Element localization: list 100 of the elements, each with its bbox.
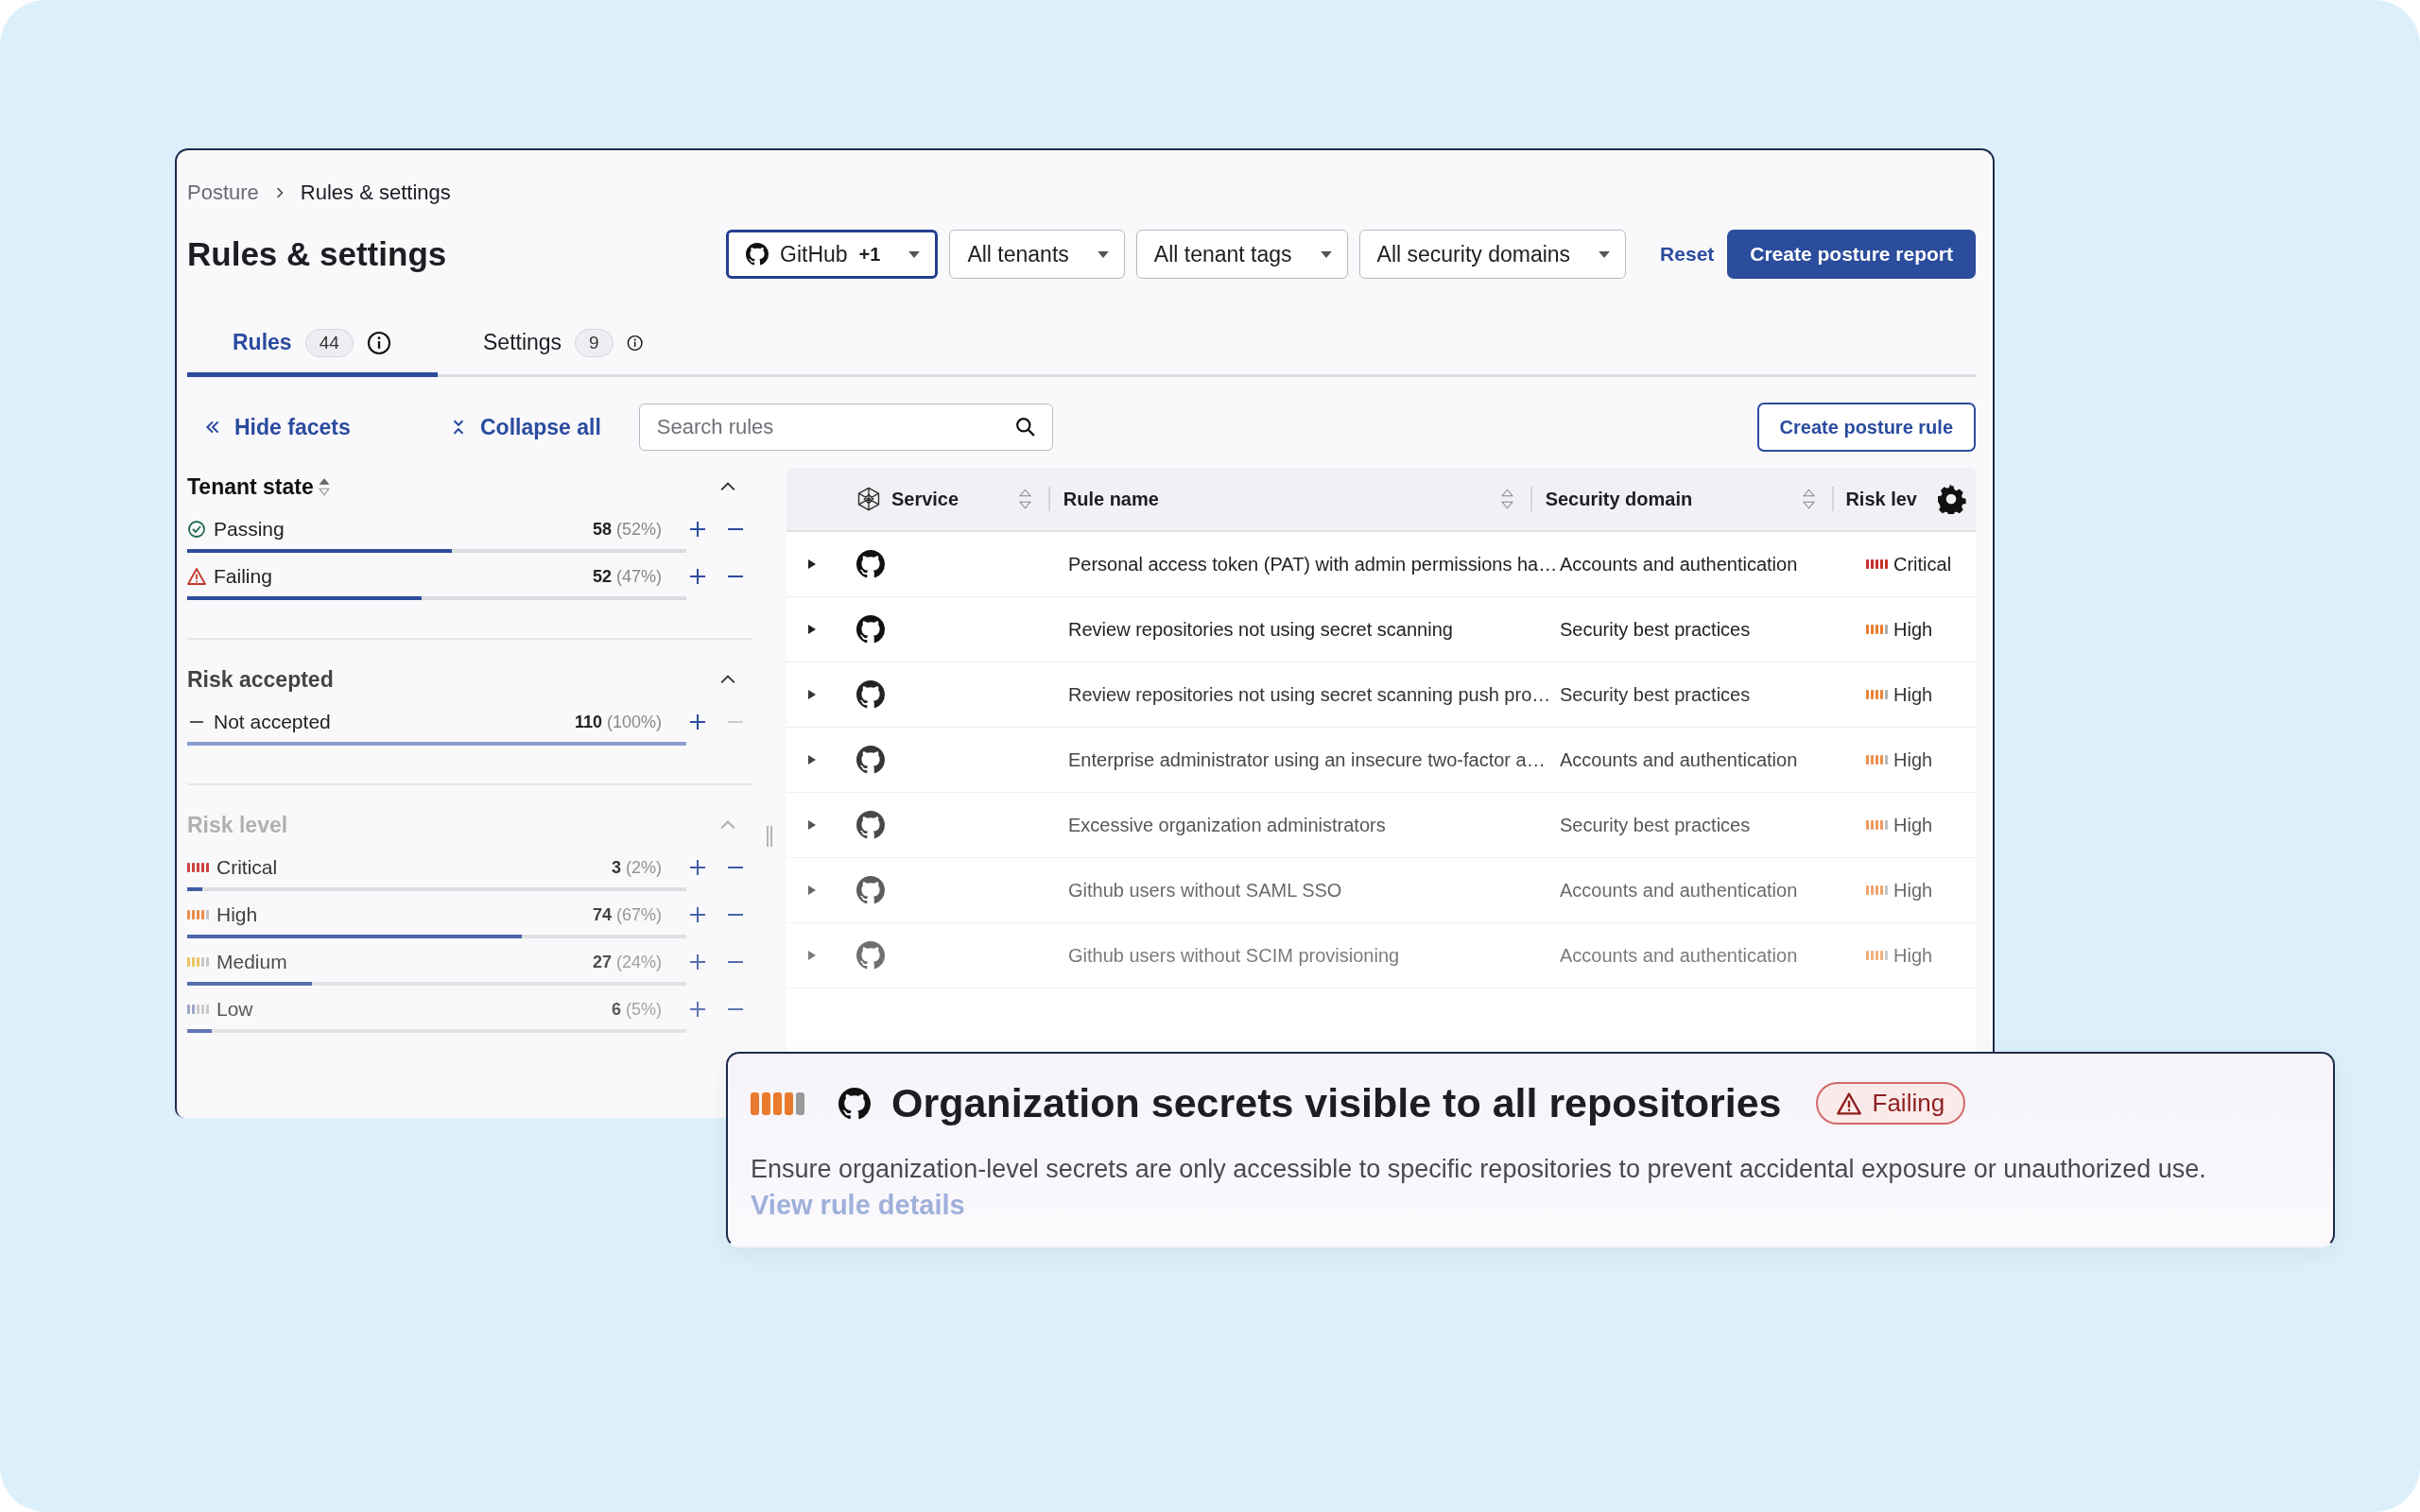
sort-icon[interactable] [1018,488,1031,510]
severity-icon [1866,625,1888,634]
risk-level: High [1893,879,1933,902]
service-logo-icon [746,243,769,266]
minus-icon[interactable] [728,528,744,530]
warning-icon [1836,1091,1861,1116]
expand-arrow-icon[interactable] [808,690,816,699]
rule-name[interactable]: Github users without SAML SSO [1068,879,1342,902]
severity-icon [1866,820,1888,830]
facet-label[interactable]: Failing [214,565,272,588]
rule-name[interactable]: Github users without SCIM provisioning [1068,944,1400,967]
rule-name[interactable]: Enterprise administrator using an insecure two-factor a… [1068,748,1546,771]
severity-icon [751,1091,804,1115]
tab[interactable]: Rules 44 [187,313,438,377]
security-domain: Security best practices [1560,814,1751,836]
service-logo-icon [856,941,885,970]
create-report-button[interactable]: Create posture report [1727,230,1976,279]
facet-count: 3 (2%) [612,857,663,878]
plus-icon[interactable] [690,522,706,537]
dash-icon [190,721,203,723]
plus-icon[interactable] [690,1002,706,1017]
column-header[interactable]: Security domain [1545,488,1693,510]
facet-label[interactable]: Not accepted [214,711,331,733]
breadcrumb-item: Rules & settings [300,180,451,205]
security-domain: Accounts and authentication [1560,553,1798,576]
minus-icon[interactable] [728,867,744,868]
caret-icon [908,250,921,258]
tab[interactable]: Settings 9 [438,313,688,377]
plus-icon[interactable] [690,907,706,922]
column-header[interactable]: Risk lev [1845,488,1917,510]
severity-icon [1866,951,1888,960]
severity-icon [187,863,209,872]
facet-label[interactable]: Medium [216,951,287,973]
minus-icon[interactable] [728,914,744,916]
minus-icon[interactable] [728,576,744,577]
facet-title: Tenant state [187,473,314,500]
security-domain: Accounts and authentication [1560,879,1798,902]
reset-link[interactable]: Reset [1660,243,1715,266]
facet-count: 52 (47%) [593,566,663,587]
sort-icon [317,476,331,497]
hide-facets-button[interactable]: Hide facets [187,414,433,440]
filter-dropdown[interactable]: All tenant tags [1135,230,1348,279]
facet-title: Risk accepted [187,666,334,693]
chevron-up-icon[interactable] [720,675,736,684]
service-logo-icon [856,876,885,904]
facet-label[interactable]: High [216,903,258,926]
caret-icon [1320,250,1332,258]
resize-handle-icon[interactable] [766,826,774,847]
minus-icon[interactable] [728,1008,744,1010]
sort-icon[interactable] [1803,488,1816,510]
facet-label[interactable]: Critical [216,856,278,879]
facet-count: 110 (100%) [575,712,663,732]
severity-icon [1866,885,1888,895]
severity-icon [1866,755,1888,765]
expand-arrow-icon[interactable] [808,625,816,634]
filter-dropdown[interactable]: GitHub +1 [726,230,939,279]
service-logo-icon [856,550,885,578]
filter-dropdown[interactable]: All security domains [1358,230,1627,279]
risk-level: High [1893,683,1933,706]
warning-icon [187,567,206,586]
facet-count: 74 (67%) [593,904,663,925]
search-icon [1014,417,1036,438]
search-field[interactable]: Search rules [638,404,1053,451]
page-title: Rules & settings [187,235,448,273]
security-domain: Security best practices [1560,683,1751,706]
rule-name[interactable]: Personal access token (PAT) with admin permissions ha… [1068,553,1558,576]
service-logo-icon [856,615,885,644]
severity-icon [1866,690,1888,699]
risk-level: High [1893,814,1933,836]
collapse-all-button[interactable]: Collapse all [433,414,618,440]
severity-icon [187,957,209,967]
sort-icon[interactable] [1500,488,1513,510]
facet-count: 27 (24%) [593,952,663,972]
rule-name[interactable]: Review repositories not using secret scanning push pro… [1068,683,1551,706]
plus-icon[interactable] [690,860,706,875]
settings-icon[interactable] [1936,484,1966,514]
expand-arrow-icon[interactable] [808,755,816,765]
filter-dropdown[interactable]: All tenants [949,230,1125,279]
plus-icon[interactable] [690,569,706,584]
facet-label[interactable]: Low [216,998,253,1021]
caret-icon [1599,250,1611,258]
rule-name[interactable]: Excessive organization administrators [1068,814,1386,836]
rule-title: Organization secrets visible to all repositories [891,1080,1782,1126]
plus-icon[interactable] [690,714,706,730]
rule-name[interactable]: Review repositories not using secret scanning [1068,618,1453,641]
breadcrumb-item[interactable]: Posture [187,180,259,205]
expand-arrow-icon[interactable] [808,559,816,569]
minus-icon[interactable] [728,961,744,963]
create-rule-button[interactable]: Create posture rule [1756,403,1976,452]
status-badge: Failing [1815,1082,1966,1125]
chevron-up-icon[interactable] [720,482,736,491]
expand-arrow-icon[interactable] [808,820,816,830]
column-header[interactable]: Rule name [1063,488,1159,510]
security-domain: Security best practices [1560,618,1751,641]
security-domain: Accounts and authentication [1560,748,1798,771]
column-header[interactable]: Service [890,488,959,510]
facet-title: Risk level [187,812,288,838]
check-circle-icon [187,520,206,539]
plus-icon[interactable] [690,954,706,970]
facet-label[interactable]: Passing [214,518,285,541]
